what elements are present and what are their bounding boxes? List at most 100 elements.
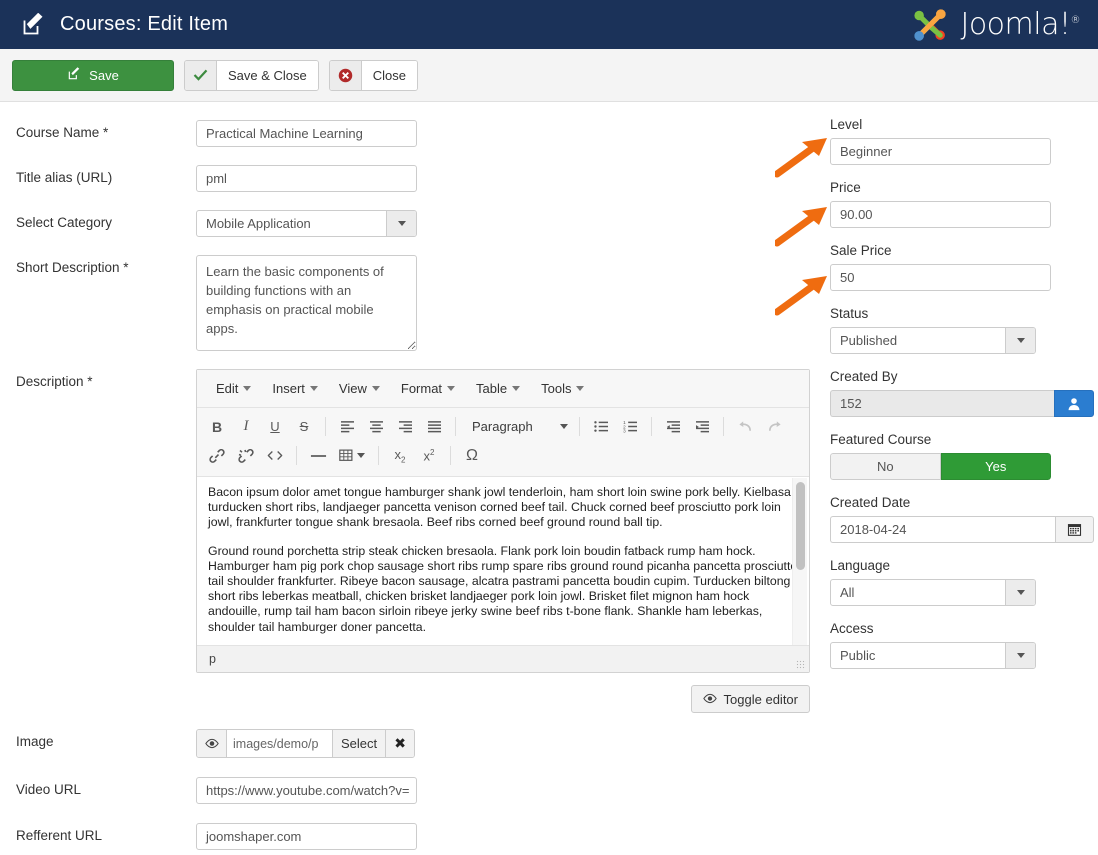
- editor-menu-format[interactable]: Format: [392, 377, 464, 400]
- sidebar-column: Level Beginner Price 90.00 Sale Price 50…: [830, 102, 1098, 684]
- toolbar-divider: [579, 417, 580, 436]
- redo-icon[interactable]: [760, 414, 788, 440]
- align-left-icon[interactable]: [333, 414, 361, 440]
- toolbar-divider: [651, 417, 652, 436]
- short-description-textarea[interactable]: [196, 255, 417, 351]
- close-button[interactable]: Close: [328, 59, 419, 91]
- field-row-description: Description * Edit Insert View Format Ta…: [0, 369, 820, 673]
- unlink-icon[interactable]: [232, 443, 260, 469]
- toggle-editor-button[interactable]: Toggle editor: [690, 685, 810, 713]
- field-language: Language All: [830, 558, 1098, 606]
- created-by-label: Created By: [830, 369, 898, 384]
- toolbar-divider: [455, 417, 456, 436]
- select-user-button[interactable]: [1054, 390, 1094, 417]
- featured-course-label: Featured Course: [830, 432, 932, 447]
- access-value: Public: [840, 648, 876, 663]
- image-clear-button[interactable]: ✖: [385, 730, 415, 757]
- status-value: Published: [840, 333, 898, 348]
- editor-element-path[interactable]: p: [209, 652, 216, 666]
- chevron-down-icon: [386, 211, 416, 236]
- field-row-image: Image images/demo/p Select ✖: [0, 729, 820, 758]
- save-and-close-button[interactable]: Save & Close: [184, 59, 319, 91]
- italic-icon[interactable]: I: [232, 414, 260, 440]
- bold-icon[interactable]: B: [203, 414, 231, 440]
- field-level: Level Beginner: [830, 117, 1098, 165]
- editor-menu-insert-label: Insert: [272, 381, 305, 396]
- editor-toolbar-row-2: x2 x2 Ω: [203, 441, 803, 470]
- superscript-icon[interactable]: x2: [415, 443, 443, 469]
- field-access: Access Public: [830, 621, 1098, 669]
- paragraph-format-dropdown[interactable]: Paragraph: [463, 414, 572, 440]
- editor-scrollbar[interactable]: [792, 478, 807, 645]
- toolbar-divider: [296, 446, 297, 465]
- editor-menu-insert[interactable]: Insert: [263, 377, 327, 400]
- toggle-editor-label: Toggle editor: [723, 691, 798, 707]
- align-justify-icon[interactable]: [420, 414, 448, 440]
- created-date-field: 2018-04-24: [830, 516, 1094, 543]
- sale-price-label: Sale Price: [830, 243, 892, 258]
- language-value: All: [840, 585, 855, 600]
- field-row-refferent-url: Refferent URL joomshaper.com: [0, 823, 820, 850]
- featured-yes-button[interactable]: Yes: [940, 453, 1051, 480]
- image-select-button[interactable]: Select: [332, 730, 386, 757]
- title-alias-input[interactable]: pml: [196, 165, 417, 192]
- preview-eye-icon[interactable]: [197, 730, 227, 757]
- outdent-icon[interactable]: [659, 414, 687, 440]
- editor-menu-tools[interactable]: Tools: [532, 377, 593, 400]
- subscript-icon[interactable]: x2: [386, 443, 414, 469]
- undo-icon[interactable]: [731, 414, 759, 440]
- language-dropdown[interactable]: All: [830, 579, 1036, 606]
- strikethrough-icon[interactable]: S: [290, 414, 318, 440]
- featured-no-button[interactable]: No: [830, 453, 941, 480]
- editor-menu-view[interactable]: View: [330, 377, 389, 400]
- access-dropdown[interactable]: Public: [830, 642, 1036, 669]
- numbered-list-icon[interactable]: 123: [616, 414, 644, 440]
- editor-toolbar-row-1: B I U S Paragraph 1 2 3: [203, 412, 803, 441]
- course-name-input[interactable]: Practical Machine Learning: [196, 120, 417, 147]
- chevron-down-icon: [1005, 643, 1035, 668]
- editor-menu-view-label: View: [338, 381, 367, 396]
- video-url-input[interactable]: https://www.youtube.com/watch?v=: [196, 777, 417, 804]
- link-icon[interactable]: [203, 443, 231, 469]
- close-circle-icon: [329, 60, 362, 90]
- table-icon[interactable]: [333, 443, 371, 469]
- editor-content-area[interactable]: Bacon ipsum dolor amet tongue hamburger …: [197, 477, 809, 646]
- price-label: Price: [830, 180, 861, 195]
- image-media-field: images/demo/p Select ✖: [196, 729, 416, 758]
- align-right-icon[interactable]: [391, 414, 419, 440]
- price-input[interactable]: 90.00: [830, 201, 1051, 228]
- underline-icon[interactable]: U: [261, 414, 289, 440]
- editor-menu-edit[interactable]: Edit: [207, 377, 260, 400]
- horizontal-rule-icon[interactable]: [304, 443, 332, 469]
- editor-menu-edit-label: Edit: [216, 381, 239, 396]
- refferent-url-input[interactable]: joomshaper.com: [196, 823, 417, 850]
- editor-menu-format-label: Format: [400, 381, 443, 396]
- created-date-input[interactable]: 2018-04-24: [830, 516, 1055, 543]
- align-center-icon[interactable]: [362, 414, 390, 440]
- editor-menu-table[interactable]: Table: [467, 377, 529, 400]
- save-button[interactable]: Save: [12, 59, 174, 91]
- indent-icon[interactable]: [688, 414, 716, 440]
- svg-text:3: 3: [623, 428, 626, 433]
- source-code-icon[interactable]: [261, 443, 289, 469]
- short-description-label: Short Description *: [16, 260, 129, 275]
- image-label: Image: [16, 734, 54, 749]
- tinymce-editor: Edit Insert View Format Table Tools B I …: [196, 369, 810, 673]
- status-dropdown[interactable]: Published: [830, 327, 1036, 354]
- calendar-icon[interactable]: [1055, 516, 1094, 543]
- level-input[interactable]: Beginner: [830, 138, 1051, 165]
- resize-grip-icon[interactable]: [796, 660, 806, 670]
- editor-menu-table-label: Table: [476, 381, 508, 396]
- created-date-label: Created Date: [830, 495, 911, 510]
- access-label: Access: [830, 621, 874, 636]
- select-category-dropdown[interactable]: Mobile Application: [196, 210, 417, 237]
- editor-paragraph-2: Ground round porchetta strip steak chick…: [208, 543, 798, 634]
- sale-price-input[interactable]: 50: [830, 264, 1051, 291]
- page-title: Courses: Edit Item: [60, 13, 229, 35]
- language-label: Language: [830, 558, 891, 573]
- image-path-input[interactable]: images/demo/p: [227, 730, 332, 757]
- description-label: Description *: [16, 374, 93, 389]
- toolbar-divider: [723, 417, 724, 436]
- special-character-icon[interactable]: Ω: [458, 443, 486, 469]
- bullet-list-icon[interactable]: [587, 414, 615, 440]
